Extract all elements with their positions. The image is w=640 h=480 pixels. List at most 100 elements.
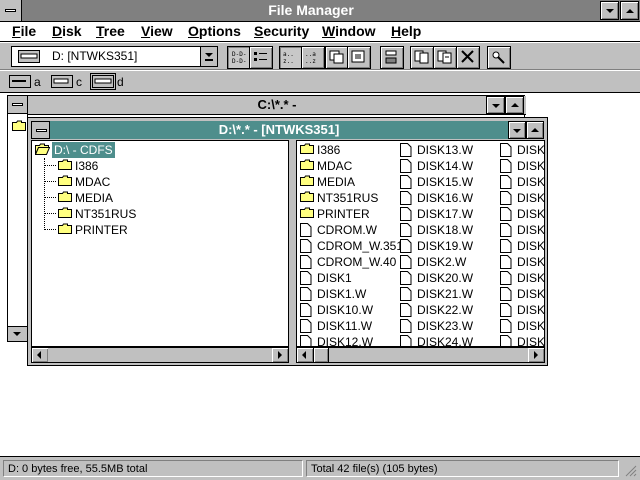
file-icon (500, 159, 512, 173)
file-icon (400, 143, 412, 157)
disconnect-drive-icon (385, 50, 397, 64)
file-icon (400, 319, 412, 333)
maximize-icon (531, 128, 539, 132)
folder-icon (300, 207, 314, 218)
scroll-left-button[interactable] (297, 348, 313, 362)
window-system-menu-button[interactable] (8, 96, 28, 114)
tree-horizontal-scrollbar[interactable] (31, 347, 289, 363)
directory-tree-pane[interactable]: D:\ - CDFS I386 MDAC MEDIA NT351RUS PRIN… (31, 140, 289, 347)
window-maximize-button[interactable] (505, 96, 524, 114)
tree-item-label: I386 (75, 159, 99, 173)
app-title: File Manager (268, 2, 354, 18)
scroll-left-button[interactable] (32, 348, 48, 362)
view-name-icon: D-D-D-D- (232, 51, 246, 64)
file-icon (400, 207, 412, 221)
file-icon (500, 303, 512, 317)
folder-icon (300, 175, 314, 186)
menu-view[interactable]: View (141, 22, 173, 41)
scroll-thumb[interactable] (313, 348, 329, 362)
open-folder-icon (35, 143, 50, 155)
svg-text:D-D-: D-D- (232, 51, 246, 58)
file-icon (400, 287, 412, 301)
menu-options[interactable]: Options (188, 22, 241, 41)
file-icon (500, 335, 512, 346)
file-icon (300, 287, 312, 301)
maximize-button[interactable] (620, 1, 639, 20)
delete-icon (461, 50, 474, 63)
window-system-menu-button[interactable] (31, 121, 50, 139)
tree-item-label: PRINTER (75, 223, 128, 237)
chevron-right-icon (534, 351, 538, 359)
sort-name-button[interactable]: a.. z.. (279, 46, 303, 69)
menu-tree[interactable]: Tree (96, 22, 125, 41)
sort-type-button[interactable]: ..a ..z (301, 46, 325, 69)
scroll-down-button[interactable] (8, 326, 27, 341)
status-disk-space: D: 0 bytes free, 55.5MB total (3, 460, 303, 477)
minimize-button[interactable] (600, 1, 619, 20)
window-minimize-button[interactable] (508, 121, 526, 139)
directory-window-d[interactable]: D:\*.* - [NTWKS351] D:\ - CDFS I386 MDAC… (27, 117, 548, 366)
tree-item-label: MDAC (75, 175, 111, 189)
share-button[interactable] (487, 46, 511, 69)
window-title: D:\*.* - [NTWKS351] (50, 121, 508, 139)
file-list-horizontal-scrollbar[interactable] (296, 347, 545, 363)
system-menu-icon (36, 129, 47, 132)
file-list-pane[interactable]: I386 MDAC MEDIA NT351RUS PRINTER CDROM.W… (296, 140, 545, 347)
menu-window[interactable]: Window (322, 22, 376, 41)
file-icon (400, 223, 412, 237)
folder-icon (12, 120, 26, 131)
file-column-3: DISK2 DISK2 DISK2 DISK2 DISK2 DISK3 DISK… (500, 142, 544, 346)
copy-disk-icon (329, 50, 344, 64)
tree-item-label: NT351RUS (75, 207, 137, 221)
menu-security[interactable]: Security (254, 22, 309, 41)
resize-grip-icon[interactable] (623, 463, 637, 477)
menu-help[interactable]: Help (391, 22, 421, 41)
menu-disk[interactable]: Disk (52, 22, 82, 41)
file-icon (300, 271, 312, 285)
floppy-drive-icon (9, 75, 31, 88)
maximize-icon (626, 9, 634, 13)
file-icon (400, 175, 412, 189)
move-icon (414, 50, 429, 64)
file-icon (500, 207, 512, 221)
copy-disk-button[interactable] (325, 46, 349, 69)
folder-icon (300, 191, 314, 202)
file-icon (500, 143, 512, 157)
file-icon (300, 319, 312, 333)
maximize-icon (511, 103, 519, 107)
minimize-icon (492, 104, 500, 108)
file-icon (500, 223, 512, 237)
move-button[interactable] (410, 46, 434, 69)
disconnect-drive-button[interactable] (380, 46, 404, 69)
sort-name-icon: a..z.. (283, 51, 294, 64)
split-bar[interactable] (289, 140, 296, 363)
connect-drive-button[interactable] (347, 46, 371, 69)
status-bar: D: 0 bytes free, 55.5MB total Total 42 f… (0, 456, 640, 480)
window-title: C:\*.* - (28, 96, 526, 115)
window-minimize-button[interactable] (486, 96, 505, 114)
chevron-down-icon (13, 332, 21, 336)
file-icon (500, 319, 512, 333)
app-system-menu-button[interactable] (0, 0, 22, 21)
view-details-icon (254, 52, 267, 61)
view-details-button[interactable] (249, 46, 273, 69)
file-icon (400, 239, 412, 253)
view-name-button[interactable]: D-D- D-D- (227, 46, 251, 69)
drive-select-dropdown-button[interactable] (200, 47, 217, 66)
file-column-1: I386 MDAC MEDIA NT351RUS PRINTER CDROM.W… (300, 142, 403, 346)
drive-select-value: D: [NTWKS351] (52, 49, 138, 63)
drive-select[interactable]: D: [NTWKS351] (11, 46, 218, 67)
scroll-right-button[interactable] (272, 348, 288, 362)
chevron-left-icon (302, 351, 306, 359)
window-maximize-button[interactable] (526, 121, 544, 139)
tree-pane-edge (8, 114, 28, 341)
drive-a-label: a (34, 75, 41, 89)
menu-file[interactable]: File (12, 22, 36, 41)
delete-button[interactable] (456, 46, 480, 69)
chevron-down-icon (205, 53, 213, 57)
minimize-icon (606, 9, 614, 13)
menu-bar: File Disk Tree View Options Security Win… (0, 22, 640, 42)
copy-button[interactable] (433, 46, 457, 69)
scroll-right-button[interactable] (528, 348, 544, 362)
minimize-icon (513, 129, 521, 133)
